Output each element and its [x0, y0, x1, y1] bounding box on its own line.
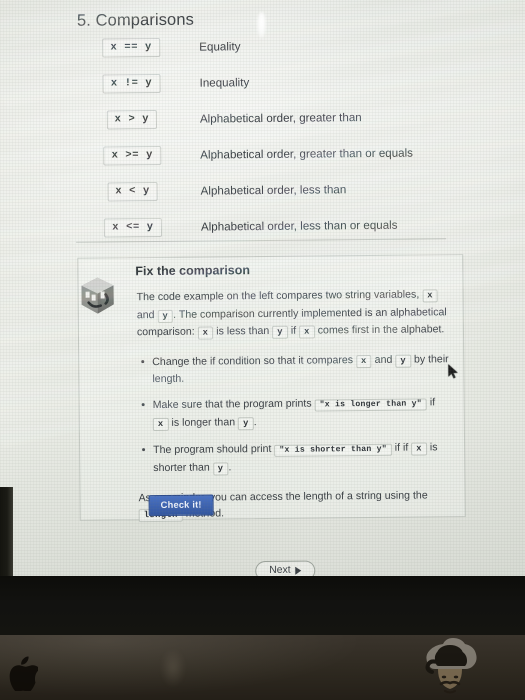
- code-chip: x > y: [106, 109, 158, 129]
- bullet2-text-1: Make sure that the program prints: [152, 397, 312, 411]
- inline-code-x: x: [152, 417, 169, 432]
- table-cell-description: Alphabetical order, greater than or equa…: [200, 146, 414, 162]
- table-row: x >= y Alphabetical order, greater than …: [72, 134, 442, 174]
- page-title: 5. Comparisons: [76, 10, 195, 30]
- inline-code-y: y: [395, 354, 412, 368]
- bullet3-text-4: .: [228, 461, 232, 474]
- intro-text-1: The code example on the left compares tw…: [136, 288, 420, 304]
- list-item: The program should print "x is shorter t…: [153, 439, 450, 478]
- table-row: x == y Equality: [71, 26, 441, 66]
- table-cell-description: Alphabetical order, less than or equals: [200, 218, 398, 234]
- inline-code-x: x: [299, 325, 315, 339]
- code-chip: x == y: [102, 37, 161, 58]
- play-triangle-icon: [295, 566, 302, 575]
- check-it-button[interactable]: Check it!: [148, 494, 214, 517]
- table-cell-code: x <= y: [73, 217, 193, 238]
- bullet2-text-4: .: [253, 416, 257, 429]
- laptop-screen: 5. Comparisons x == y Equality x != y In…: [0, 0, 525, 578]
- inline-code-string-shorter: "x is shorter than y": [274, 443, 392, 457]
- table-row: x > y Alphabetical order, greater than: [72, 98, 442, 138]
- table-cell-description: Alphabetical order, greater than: [199, 110, 362, 126]
- table-row: x != y Inequality: [71, 62, 441, 102]
- inline-code-y: y: [212, 462, 229, 476]
- code-chip: x <= y: [104, 217, 162, 238]
- inline-code-y: y: [157, 309, 174, 323]
- table-cell-description: Inequality: [199, 75, 250, 90]
- bullet2-text-3: is longer than: [171, 416, 236, 429]
- exercise-title: Fix the comparison: [135, 263, 251, 279]
- cube-icon: [78, 275, 116, 315]
- table-row: x < y Alphabetical order, less than: [72, 170, 442, 210]
- table-cell-code: x != y: [71, 73, 191, 94]
- table-cell-code: x == y: [71, 37, 191, 58]
- exercise-instructions-list: Change the if condition so that it compa…: [137, 351, 450, 478]
- inline-code-y: y: [237, 417, 254, 431]
- left-bezel-edge: [0, 487, 13, 578]
- inline-code-string-longer: "x is longer than y": [314, 397, 427, 412]
- inline-code-x: x: [422, 289, 438, 303]
- table-cell-description: Equality: [199, 39, 241, 54]
- webpage-content: 5. Comparisons x == y Equality x != y In…: [0, 0, 525, 578]
- exercise-body: The code example on the left compares tw…: [137, 286, 451, 523]
- laptop-bezel: [0, 576, 525, 637]
- deck-smudge: [160, 648, 186, 688]
- bullet2-text-2: if: [429, 395, 436, 408]
- bullet3-text-2: if if: [394, 441, 409, 454]
- photo-of-laptop-screen: 5. Comparisons x == y Equality x != y In…: [0, 0, 525, 700]
- inline-code-x: x: [411, 441, 427, 456]
- bullet1-text-1: Change the if condition so that it compa…: [152, 353, 354, 368]
- intro-text-4: if: [290, 324, 297, 337]
- comparison-operators-table: x == y Equality x != y Inequality x > y …: [71, 26, 443, 246]
- list-item: Change the if condition so that it compa…: [152, 351, 449, 388]
- list-item: Make sure that the program prints "x is …: [153, 394, 450, 433]
- table-cell-code: x >= y: [72, 145, 192, 166]
- bullet1-text-2: and: [374, 353, 393, 366]
- inline-code-y: y: [272, 325, 288, 339]
- table-cell-code: x > y: [72, 109, 192, 129]
- inline-code-x: x: [355, 354, 372, 368]
- table-cell-description: Alphabetical order, less than: [200, 182, 347, 198]
- inline-code-x: x: [197, 326, 214, 340]
- code-chip: x >= y: [103, 145, 162, 166]
- intro-text-3: is less than: [216, 324, 270, 338]
- exercise-intro-paragraph: The code example on the left compares tw…: [137, 286, 449, 341]
- code-chip: x < y: [107, 181, 158, 201]
- table-cell-code: x < y: [73, 181, 193, 201]
- face-sticker: [414, 636, 486, 700]
- intro-and: and: [136, 308, 155, 321]
- code-chip: x != y: [102, 73, 161, 94]
- apple-logo-icon: [8, 655, 40, 693]
- bullet3-text-1: The program should print: [153, 442, 272, 456]
- next-button-label: Next: [269, 564, 291, 576]
- intro-text-5: comes first in the alphabet.: [317, 323, 445, 337]
